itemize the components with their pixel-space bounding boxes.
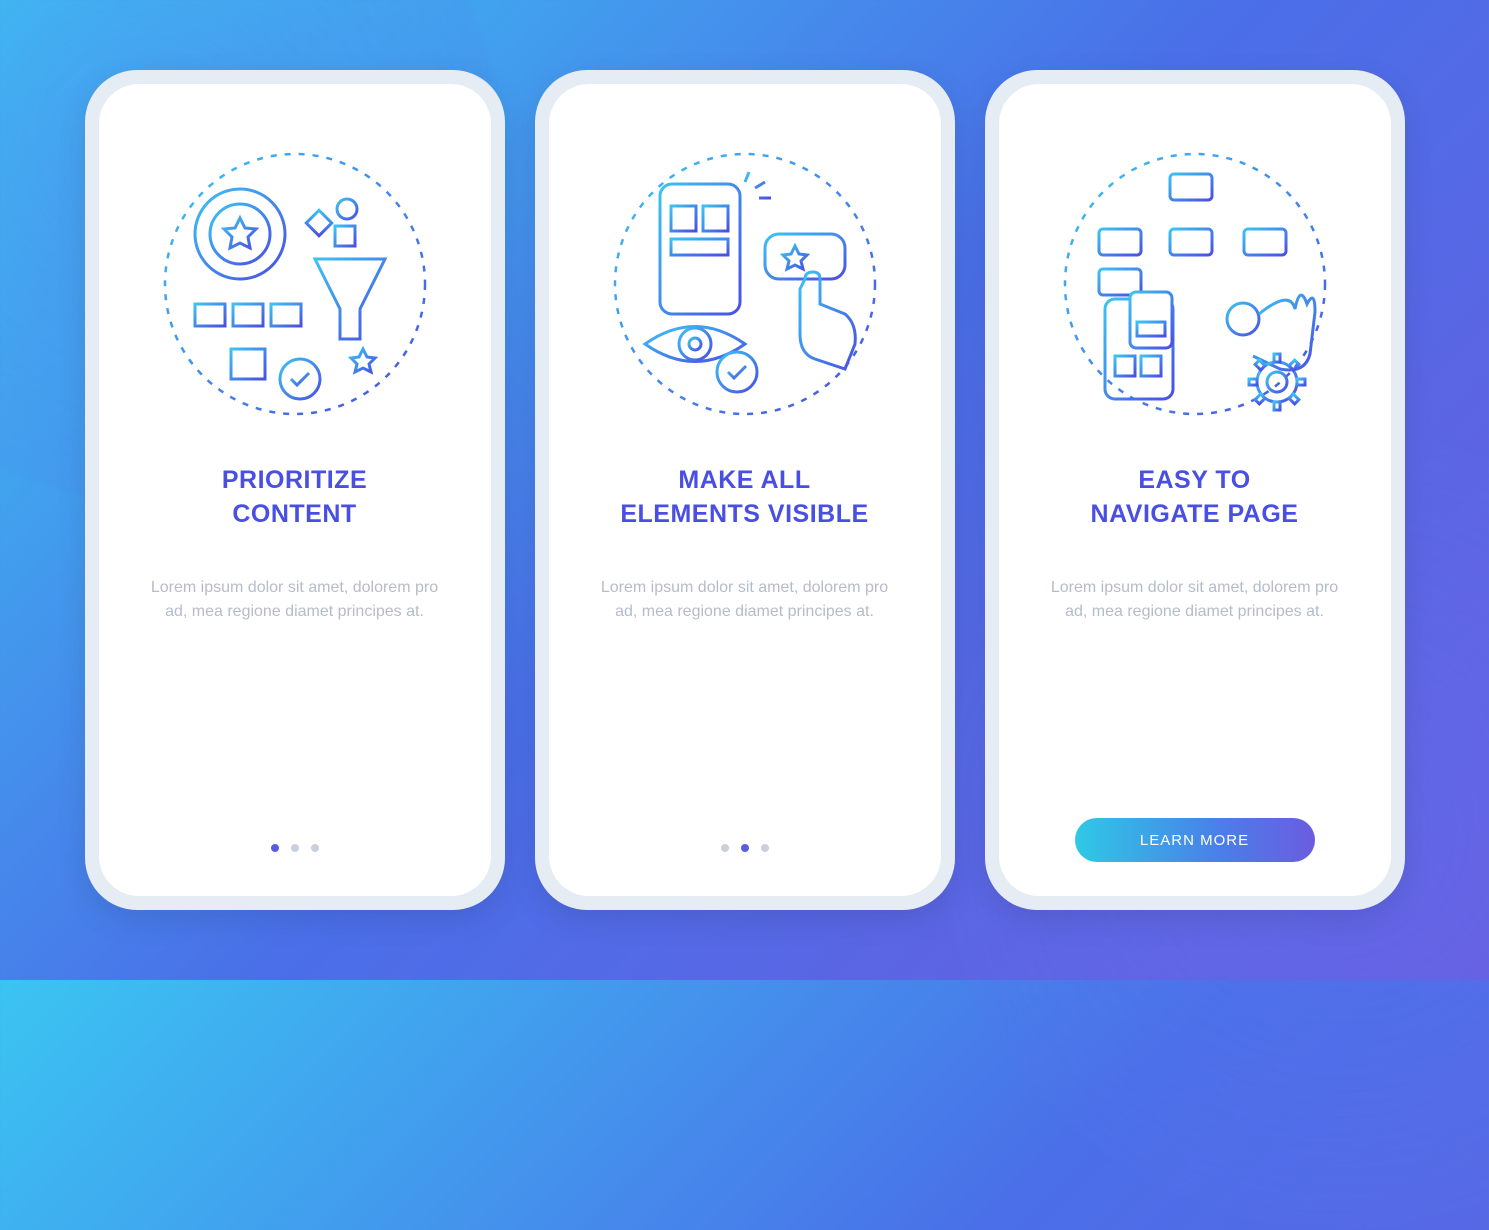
indicator-dot[interactable] [741, 844, 749, 852]
indicator-dot[interactable] [271, 844, 279, 852]
phone-row: PRIORITIZE CONTENT Lorem ipsum dolor sit… [85, 70, 1405, 910]
onboarding-title: PRIORITIZE CONTENT [222, 464, 367, 532]
onboarding-body: Lorem ipsum dolor sit amet, dolorem pro … [595, 576, 895, 626]
page-indicator [271, 844, 319, 852]
page-indicator [721, 844, 769, 852]
onboarding-body: Lorem ipsum dolor sit amet, dolorem pro … [145, 576, 445, 626]
onboarding-screen-3: EASY TO NAVIGATE PAGE Lorem ipsum dolor … [999, 84, 1391, 896]
learn-more-button[interactable]: LEARN MORE [1075, 818, 1315, 862]
phone-frame: MAKE ALL ELEMENTS VISIBLE Lorem ipsum do… [535, 70, 955, 910]
prioritize-content-icon [155, 144, 435, 424]
phone-frame: PRIORITIZE CONTENT Lorem ipsum dolor sit… [85, 70, 505, 910]
phone-frame: EASY TO NAVIGATE PAGE Lorem ipsum dolor … [985, 70, 1405, 910]
onboarding-body: Lorem ipsum dolor sit amet, dolorem pro … [1045, 576, 1345, 626]
onboarding-title: EASY TO NAVIGATE PAGE [1091, 464, 1299, 532]
indicator-dot[interactable] [721, 844, 729, 852]
indicator-dot[interactable] [291, 844, 299, 852]
indicator-dot[interactable] [311, 844, 319, 852]
onboarding-screen-2: MAKE ALL ELEMENTS VISIBLE Lorem ipsum do… [549, 84, 941, 896]
indicator-dot[interactable] [761, 844, 769, 852]
onboarding-screen-1: PRIORITIZE CONTENT Lorem ipsum dolor sit… [99, 84, 491, 896]
navigate-page-icon [1055, 144, 1335, 424]
onboarding-title: MAKE ALL ELEMENTS VISIBLE [620, 464, 868, 532]
visible-elements-icon [605, 144, 885, 424]
